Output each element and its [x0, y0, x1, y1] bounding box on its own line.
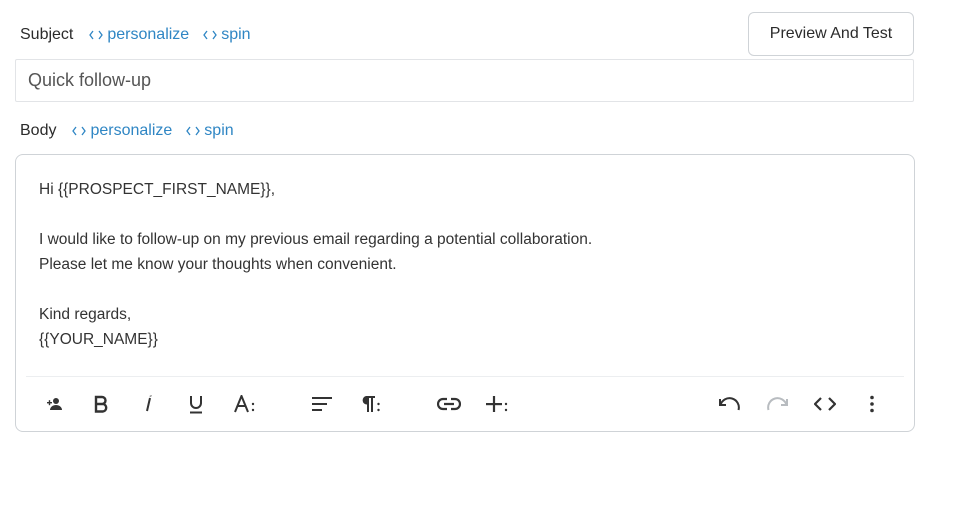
- email-composer: Subject personalize spin Preview And Tes…: [0, 0, 964, 509]
- code-brackets-icon: [72, 126, 87, 136]
- code-brackets-icon: [89, 30, 104, 40]
- body-line: Hi {{PROSPECT_FIRST_NAME}},: [39, 181, 276, 198]
- italic-button[interactable]: [136, 391, 162, 417]
- paragraph-button[interactable]: [356, 391, 386, 417]
- paragraph-icon: [362, 396, 380, 412]
- font-size-button[interactable]: [231, 391, 261, 417]
- more-vertical-icon: [870, 395, 874, 413]
- body-label: Body: [20, 122, 57, 139]
- code-brackets-icon: [186, 126, 201, 136]
- undo-button[interactable]: [716, 391, 742, 417]
- align-button[interactable]: [309, 391, 335, 417]
- underline-button[interactable]: [183, 391, 209, 417]
- code-view-button[interactable]: [812, 391, 838, 417]
- link-icon: [437, 397, 461, 411]
- more-options-button[interactable]: [859, 391, 885, 417]
- preview-and-test-button[interactable]: Preview And Test: [748, 12, 914, 56]
- body-line: [39, 202, 889, 227]
- insert-plus-icon: [486, 396, 508, 412]
- subject-personalize-label: personalize: [107, 26, 190, 43]
- bold-button[interactable]: [88, 391, 114, 417]
- code-view-icon: [814, 397, 836, 411]
- align-icon: [312, 397, 332, 411]
- code-brackets-icon: [203, 30, 218, 40]
- add-person-button[interactable]: [42, 391, 68, 417]
- underline-icon: [190, 396, 202, 414]
- body-personalize-link[interactable]: personalize: [72, 122, 172, 140]
- insert-plus-button[interactable]: [483, 391, 513, 417]
- body-personalize-label: personalize: [90, 122, 173, 139]
- redo-button[interactable]: [765, 391, 791, 417]
- bold-icon: [94, 395, 108, 413]
- body-line: {{YOUR_NAME}}: [39, 331, 158, 348]
- add-person-icon: [47, 398, 62, 410]
- undo-icon: [719, 397, 740, 411]
- redo-icon: [767, 397, 788, 411]
- subject-spin-link[interactable]: spin: [203, 26, 251, 44]
- subject-spin-label: spin: [221, 26, 251, 43]
- subject-label: Subject: [20, 26, 74, 43]
- body-spin-label: spin: [204, 122, 234, 139]
- editor-toolbar: [26, 376, 904, 431]
- subject-input[interactable]: [15, 59, 914, 102]
- body-line: I would like to follow-up on my previous…: [39, 231, 593, 248]
- body-editor-content[interactable]: Hi {{PROSPECT_FIRST_NAME}}, I would like…: [39, 177, 889, 352]
- body-line: Please let me know your thoughts when co…: [39, 256, 397, 273]
- body-line: [39, 277, 889, 302]
- body-editor[interactable]: Hi {{PROSPECT_FIRST_NAME}}, I would like…: [15, 154, 915, 432]
- link-button[interactable]: [436, 391, 462, 417]
- subject-label-row: Subject personalize spin: [20, 23, 265, 47]
- body-spin-link[interactable]: spin: [186, 122, 234, 140]
- body-line: Kind regards,: [39, 306, 132, 323]
- body-label-row: Body personalize spin: [20, 119, 248, 143]
- subject-personalize-link[interactable]: personalize: [89, 26, 189, 44]
- font-size-icon: [234, 395, 255, 413]
- italic-icon: [146, 395, 152, 412]
